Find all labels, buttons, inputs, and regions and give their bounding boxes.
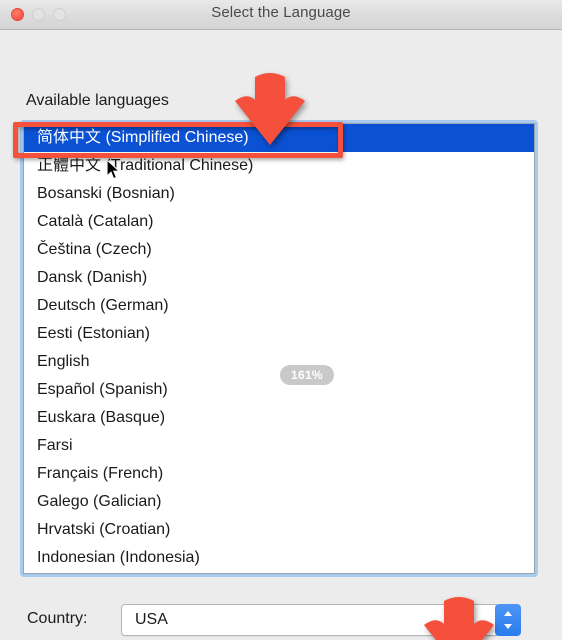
language-list-item[interactable]: Čeština (Czech): [24, 236, 534, 264]
window-titlebar: Select the Language: [0, 0, 562, 30]
available-languages-label: Available languages: [26, 92, 169, 109]
country-combobox[interactable]: USA: [121, 604, 521, 636]
language-list-item[interactable]: Farsi: [24, 432, 534, 460]
language-list-item[interactable]: Español (Spanish): [24, 376, 534, 404]
stepper-up-down-icon[interactable]: [495, 604, 521, 636]
language-list-item[interactable]: Dansk (Danish): [24, 264, 534, 292]
language-list-item[interactable]: 正體中文 (Traditional Chinese): [24, 152, 534, 180]
country-field[interactable]: USA: [121, 604, 499, 636]
language-selection-window: Select the Language Available languages …: [0, 0, 562, 640]
language-list-item[interactable]: Bosanski (Bosnian): [24, 180, 534, 208]
window-title: Select the Language: [211, 4, 351, 21]
language-list-item[interactable]: Euskara (Basque): [24, 404, 534, 432]
language-list-item[interactable]: Eesti (Estonian): [24, 320, 534, 348]
language-list-item[interactable]: 简体中文 (Simplified Chinese): [24, 124, 534, 152]
country-label: Country:: [27, 610, 88, 627]
window-content: Available languages 简体中文 (Simplified Chi…: [0, 30, 562, 640]
language-list-inner: 简体中文 (Simplified Chinese) 正體中文 (Tradition…: [23, 123, 535, 574]
language-list-item[interactable]: Català (Catalan): [24, 208, 534, 236]
language-list-item[interactable]: Hrvatski (Croatian): [24, 516, 534, 544]
language-list-item[interactable]: Deutsch (German): [24, 292, 534, 320]
zoom-level-badge: 161%: [280, 365, 334, 385]
language-list-item[interactable]: Français (French): [24, 460, 534, 488]
country-value: USA: [135, 611, 168, 628]
language-list-item[interactable]: Galego (Galician): [24, 488, 534, 516]
language-listbox[interactable]: 简体中文 (Simplified Chinese) 正體中文 (Tradition…: [20, 120, 538, 577]
language-list-item[interactable]: Indonesian (Indonesia): [24, 544, 534, 572]
language-list-item[interactable]: English: [24, 348, 534, 376]
